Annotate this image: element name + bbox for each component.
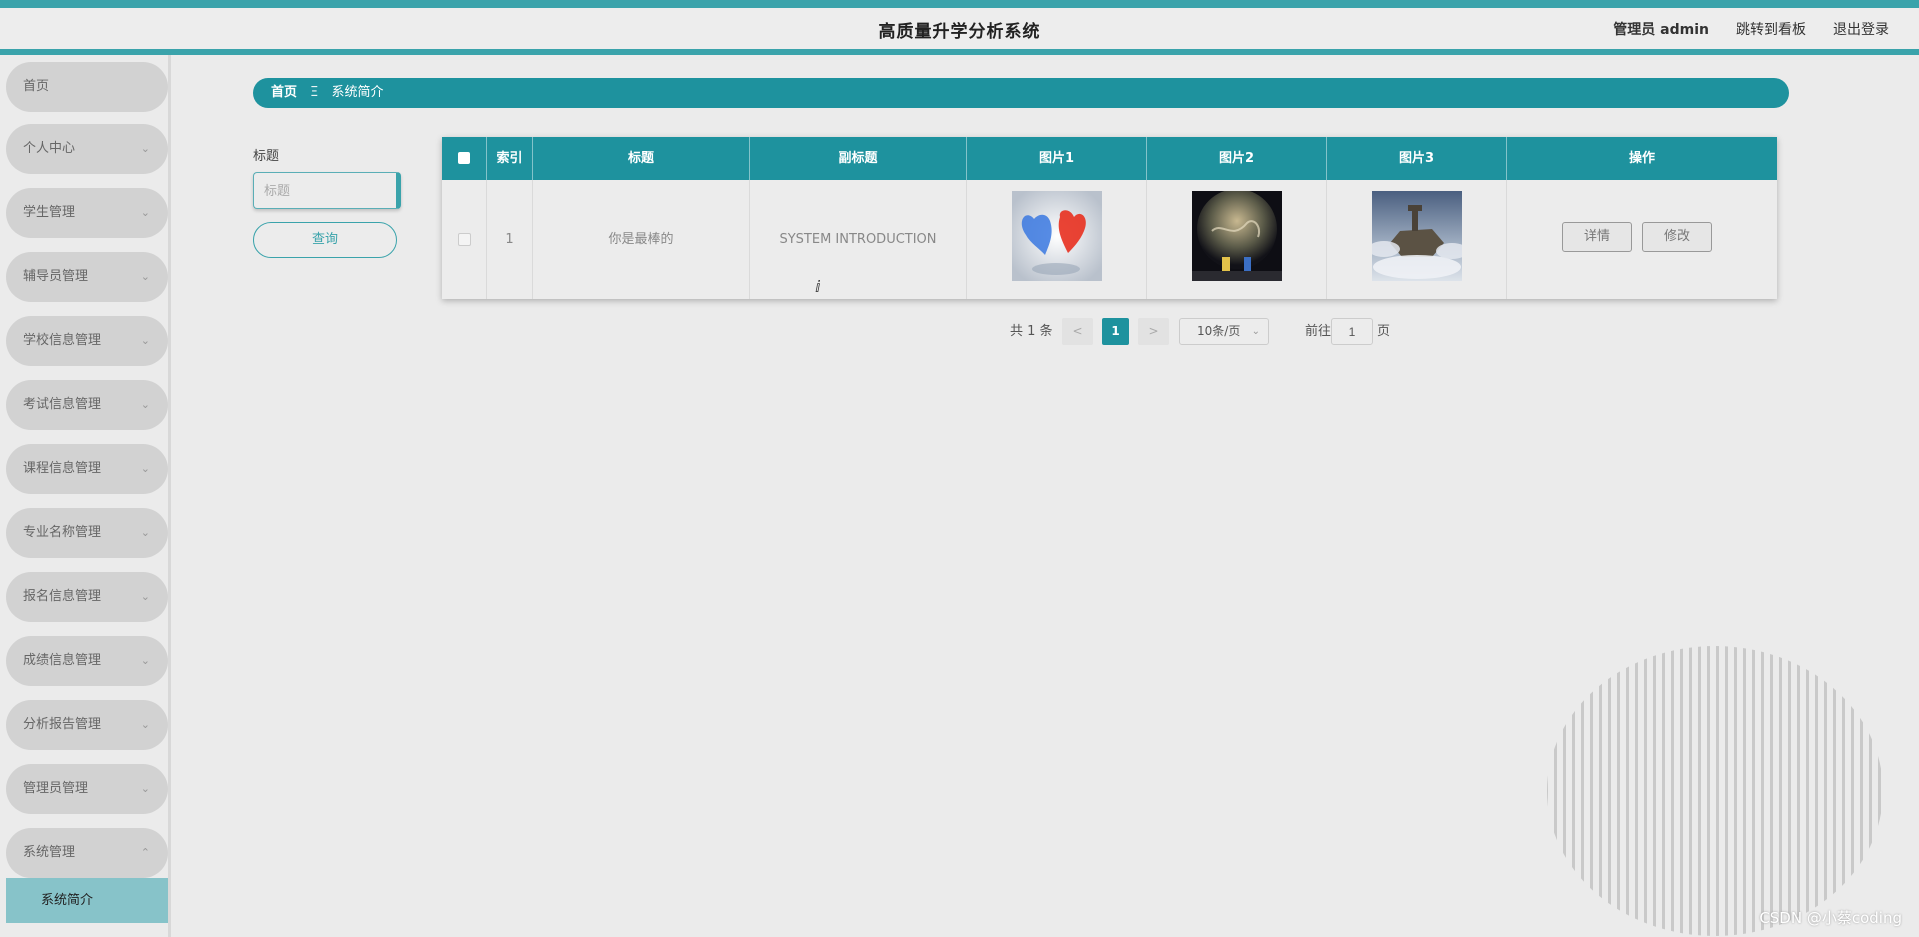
chevron-down-icon: ⌄ <box>140 718 150 731</box>
pagination-next-button[interactable]: > <box>1138 318 1169 345</box>
cell-actions: 详情 修改 <box>1507 180 1777 299</box>
sidebar-item-personal-center[interactable]: 个人中心 ⌄ <box>6 124 168 174</box>
cell-image3 <box>1327 180 1507 299</box>
detail-button[interactable]: 详情 <box>1562 222 1632 252</box>
sidebar-item-label: 成绩信息管理 <box>23 653 102 668</box>
edit-button[interactable]: 修改 <box>1642 222 1712 252</box>
select-all-checkbox[interactable] <box>458 152 470 164</box>
chevron-down-icon: ⌄ <box>140 590 150 603</box>
header-actions: 管理员 admin 跳转到看板 退出登录 <box>1613 19 1889 39</box>
image2-thumbnail[interactable] <box>1192 191 1282 281</box>
search-label: 标题 <box>253 149 280 164</box>
cell-image2 <box>1147 180 1327 299</box>
breadcrumb-separator: Ξ <box>310 85 319 100</box>
sidebar-item-label: 首页 <box>23 79 50 94</box>
cell-image1 <box>967 180 1147 299</box>
goto-board-link[interactable]: 跳转到看板 <box>1736 19 1806 39</box>
page-size-select[interactable]: 10条/页 ⌄ <box>1179 318 1269 345</box>
decorative-striped-circle <box>1547 646 1883 936</box>
sidebar-item-home[interactable]: 首页 <box>6 62 168 112</box>
sidebar-item-label: 课程信息管理 <box>23 461 102 476</box>
column-header-title: 标题 <box>533 137 750 180</box>
pagination-page-1[interactable]: 1 <box>1102 318 1129 345</box>
column-header-index: 索引 <box>487 137 533 180</box>
pagination-total: 共 1 条 <box>1010 324 1053 339</box>
row-select-cell <box>442 180 487 299</box>
chevron-up-icon: ⌃ <box>140 846 150 859</box>
page-size-value: 10条/页 <box>1197 324 1241 338</box>
column-header-subtitle: 副标题 <box>750 137 967 180</box>
chevron-down-icon: ⌄ <box>140 462 150 475</box>
table-header: 索引 标题 副标题 图片1 图片2 图片3 操作 <box>442 137 1777 180</box>
sidebar-item-counselors[interactable]: 辅导员管理 ⌄ <box>6 252 168 302</box>
row-checkbox[interactable] <box>457 233 471 246</box>
chevron-down-icon: ⌄ <box>1251 326 1260 337</box>
sidebar-item-label: 专业名称管理 <box>23 525 102 540</box>
sidebar-item-label: 学生管理 <box>23 205 76 220</box>
cell-subtitle: SYSTEM INTRODUCTION <box>750 180 967 299</box>
sidebar: 首页 个人中心 ⌄ 学生管理 ⌄ 辅导员管理 ⌄ 学校信息管理 ⌄ 考试信息管理… <box>0 55 171 937</box>
sidebar-item-registration[interactable]: 报名信息管理 ⌄ <box>6 572 168 622</box>
sidebar-item-label: 学校信息管理 <box>23 333 102 348</box>
chevron-down-icon: ⌄ <box>140 334 150 347</box>
sidebar-item-label: 分析报告管理 <box>23 717 102 732</box>
goto-label: 前往 <box>1305 324 1332 339</box>
image3-thumbnail[interactable] <box>1372 191 1462 281</box>
sidebar-item-administrators[interactable]: 管理员管理 ⌄ <box>6 764 168 814</box>
sidebar-subitem-system-intro[interactable]: 系统简介 <box>6 878 168 923</box>
logout-link[interactable]: 退出登录 <box>1833 19 1889 39</box>
sidebar-item-course-info[interactable]: 课程信息管理 ⌄ <box>6 444 168 494</box>
admin-label: 管理员 admin <box>1613 22 1709 38</box>
query-button[interactable]: 查询 <box>253 222 397 258</box>
sidebar-item-label: 报名信息管理 <box>23 589 102 604</box>
chevron-down-icon: ⌄ <box>140 206 150 219</box>
watermark: CSDN @小蔡coding <box>1759 909 1902 927</box>
sidebar-item-label: 系统管理 <box>23 845 76 860</box>
select-all-header <box>442 137 487 180</box>
top-header: 高质量升学分析系统 管理员 admin 跳转到看板 退出登录 <box>0 0 1919 55</box>
sidebar-item-label: 辅导员管理 <box>23 269 89 284</box>
title-search-input[interactable] <box>253 172 401 209</box>
chevron-down-icon: ⌄ <box>140 654 150 667</box>
sidebar-item-major-names[interactable]: 专业名称管理 ⌄ <box>6 508 168 558</box>
sidebar-item-label: 个人中心 <box>23 141 76 156</box>
breadcrumb-current: 系统简介 <box>331 85 384 100</box>
chevron-down-icon: ⌄ <box>140 526 150 539</box>
data-table: 索引 标题 副标题 图片1 图片2 图片3 操作 1 你是最棒的 SYSTEM … <box>442 137 1777 299</box>
image1-thumbnail[interactable] <box>1012 191 1102 281</box>
chevron-down-icon: ⌄ <box>140 782 150 795</box>
column-header-image1: 图片1 <box>967 137 1147 180</box>
table-row: 1 你是最棒的 SYSTEM INTRODUCTION 详情 修改 <box>442 180 1777 299</box>
column-header-image2: 图片2 <box>1147 137 1327 180</box>
goto-page-input[interactable] <box>1331 318 1373 345</box>
text-cursor-icon: ⅈ <box>815 277 821 296</box>
breadcrumb-home[interactable]: 首页 <box>271 85 297 100</box>
column-header-image3: 图片3 <box>1327 137 1507 180</box>
sidebar-item-label: 考试信息管理 <box>23 397 102 412</box>
pagination-prev-button[interactable]: < <box>1062 318 1093 345</box>
sidebar-item-analysis-reports[interactable]: 分析报告管理 ⌄ <box>6 700 168 750</box>
goto-unit: 页 <box>1377 324 1391 339</box>
sidebar-item-system[interactable]: 系统管理 ⌃ <box>6 828 168 878</box>
column-header-actions: 操作 <box>1628 151 1655 166</box>
sidebar-item-label: 管理员管理 <box>23 781 89 796</box>
sidebar-item-school-info[interactable]: 学校信息管理 ⌄ <box>6 316 168 366</box>
cell-index: 1 <box>487 180 533 299</box>
breadcrumb: 首页 Ξ 系统简介 <box>253 78 1789 108</box>
chevron-down-icon: ⌄ <box>140 142 150 155</box>
sidebar-item-students[interactable]: 学生管理 ⌄ <box>6 188 168 238</box>
chevron-down-icon: ⌄ <box>140 398 150 411</box>
chevron-down-icon: ⌄ <box>140 270 150 283</box>
sidebar-item-scores[interactable]: 成绩信息管理 ⌄ <box>6 636 168 686</box>
sidebar-item-exam-info[interactable]: 考试信息管理 ⌄ <box>6 380 168 430</box>
cell-title: 你是最棒的 <box>533 180 750 299</box>
